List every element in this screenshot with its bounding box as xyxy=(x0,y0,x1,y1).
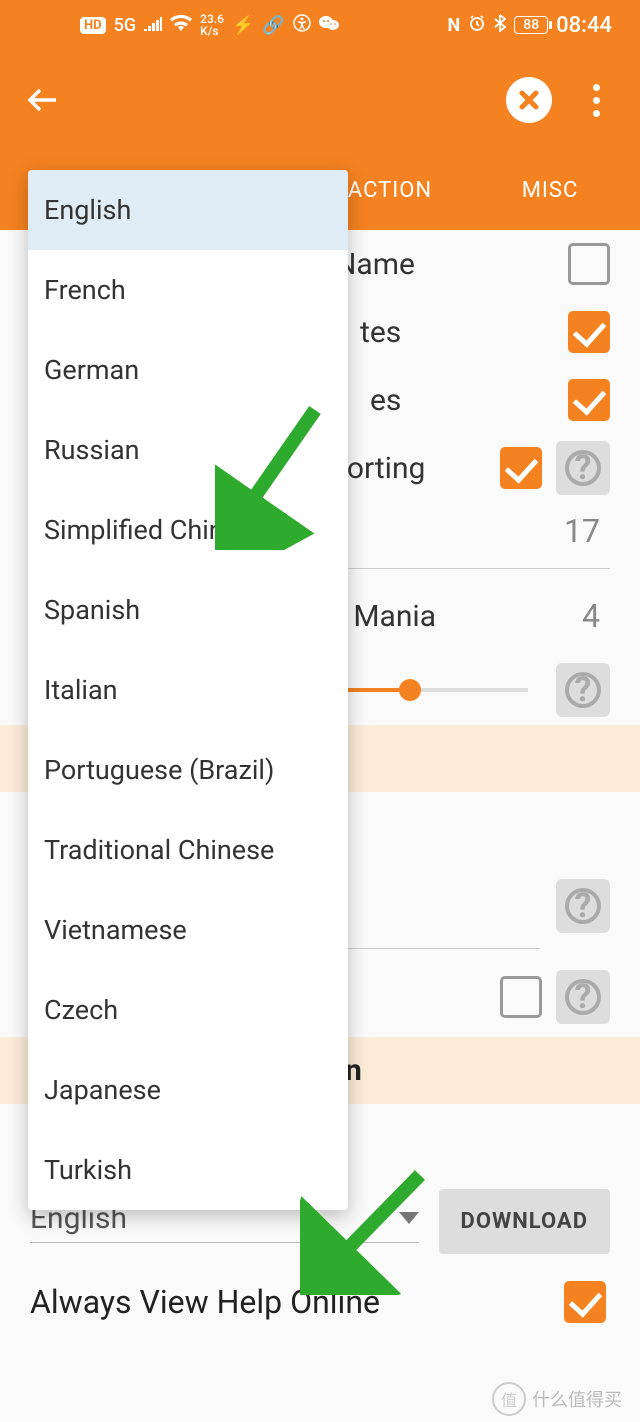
overflow-menu-button[interactable] xyxy=(572,76,620,124)
checkbox-checked[interactable] xyxy=(568,311,610,353)
help-button[interactable]: ? xyxy=(556,441,610,495)
setting-label: es xyxy=(370,383,556,418)
watermark-icon: 值 xyxy=(492,1382,526,1416)
dropdown-item-italian[interactable]: Italian xyxy=(28,650,348,730)
battery-indicator: 88 xyxy=(514,16,548,34)
bolt-icon: ⚡ xyxy=(232,15,254,36)
speed-unit: K/s xyxy=(200,25,224,37)
watermark: 值 什么值得买 xyxy=(492,1382,622,1416)
value-text: 4 xyxy=(582,597,600,635)
divider xyxy=(340,568,610,569)
tab-misc[interactable]: MISC xyxy=(470,178,630,203)
help-button[interactable]: ? xyxy=(556,970,610,1024)
accessibility-icon xyxy=(293,14,311,37)
checkbox-checked[interactable] xyxy=(568,379,610,421)
battery-value: 88 xyxy=(523,17,539,33)
close-button[interactable] xyxy=(506,77,552,123)
help-button[interactable]: ? xyxy=(556,663,610,717)
slider-thumb[interactable] xyxy=(399,679,421,701)
checkbox-unchecked[interactable] xyxy=(500,976,542,1018)
app-bar xyxy=(0,50,640,150)
checkbox-checked[interactable] xyxy=(564,1281,606,1323)
annotation-arrow-top xyxy=(215,400,335,554)
network-label: 5G xyxy=(114,15,137,36)
status-left: HD 5G 23.6 K/s ⚡ 🔗 xyxy=(80,13,339,37)
dropdown-item-traditional-chinese[interactable]: Traditional Chinese xyxy=(28,810,348,890)
watermark-text: 什么值得买 xyxy=(532,1386,622,1412)
dropdown-item-vietnamese[interactable]: Vietnamese xyxy=(28,890,348,970)
status-bar: HD 5G 23.6 K/s ⚡ 🔗 N 88 08:44 xyxy=(0,0,640,50)
bluetooth-icon xyxy=(494,14,506,37)
clock: 08:44 xyxy=(556,13,612,38)
value-text: 17 xyxy=(564,512,600,550)
alarm-icon xyxy=(468,14,486,37)
dropdown-item-czech[interactable]: Czech xyxy=(28,970,348,1050)
wechat-icon xyxy=(319,15,339,36)
download-button[interactable]: DOWNLOAD xyxy=(439,1189,610,1254)
slider-track[interactable] xyxy=(340,688,528,692)
checkbox-checked[interactable] xyxy=(500,447,542,489)
dropdown-item-spanish[interactable]: Spanish xyxy=(28,570,348,650)
speed-indicator: 23.6 K/s xyxy=(200,13,224,37)
status-right: N 88 08:44 xyxy=(448,13,612,38)
divider xyxy=(340,948,540,949)
help-button[interactable]: ? xyxy=(556,879,610,933)
annotation-arrow-bottom xyxy=(300,1165,440,1299)
setting-label: Name xyxy=(335,247,556,282)
dropdown-item-japanese[interactable]: Japanese xyxy=(28,1050,348,1130)
language-dropdown-menu[interactable]: English French German Russian Simplified… xyxy=(28,170,348,1210)
nfc-icon: N xyxy=(448,15,461,36)
hd-badge: HD xyxy=(80,17,106,34)
back-button[interactable] xyxy=(20,76,68,124)
setting-label: tes xyxy=(360,315,556,350)
dropdown-item-portuguese-brazil[interactable]: Portuguese (Brazil) xyxy=(28,730,348,810)
signal-icon xyxy=(144,15,162,36)
setting-label: porting xyxy=(330,451,488,486)
checkbox-unchecked[interactable] xyxy=(568,243,610,285)
setting-label: e Mania xyxy=(330,599,582,634)
link-icon: 🔗 xyxy=(262,15,284,36)
wifi-icon xyxy=(170,15,192,36)
dropdown-item-french[interactable]: French xyxy=(28,250,348,330)
dropdown-item-german[interactable]: German xyxy=(28,330,348,410)
dropdown-item-english[interactable]: English xyxy=(28,170,348,250)
